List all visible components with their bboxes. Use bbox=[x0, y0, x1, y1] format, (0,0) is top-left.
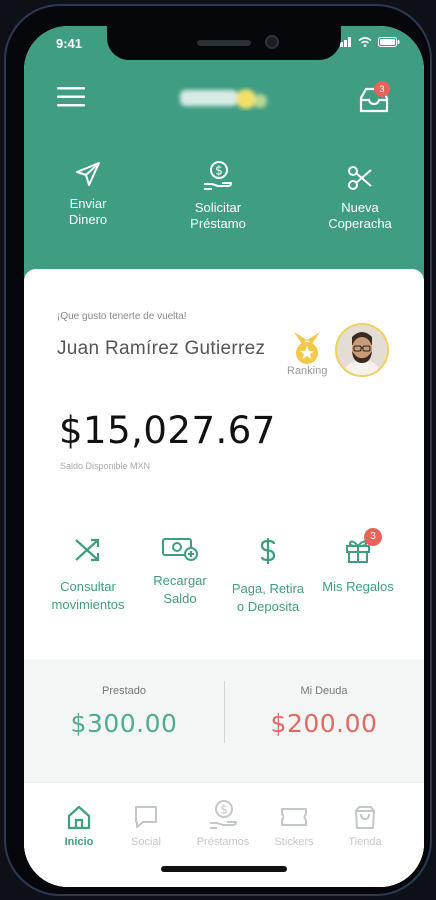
lent-amount-block[interactable]: Prestado $300.00 bbox=[24, 685, 224, 738]
send-money-line2: Dinero bbox=[68, 212, 108, 227]
tab-inicio[interactable]: Inicio bbox=[44, 804, 114, 848]
status-icons bbox=[336, 37, 400, 47]
tab-social-label: Social bbox=[131, 836, 161, 848]
inbox-badge: 3 bbox=[374, 81, 390, 97]
top-up-line1: Recargar bbox=[153, 573, 207, 588]
tab-tienda-label: Tienda bbox=[348, 836, 382, 848]
debt-value: $200.00 bbox=[270, 709, 378, 738]
shuffle-icon bbox=[75, 538, 100, 562]
new-coperacha-button[interactable]: Nueva Coperacha bbox=[300, 164, 420, 232]
view-transactions-line2: movimientos bbox=[51, 597, 125, 612]
user-name: Juan Ramírez Gutierrez bbox=[57, 338, 266, 359]
status-time: 9:41 bbox=[56, 36, 83, 51]
avatar[interactable] bbox=[335, 323, 389, 377]
menu-icon[interactable] bbox=[57, 86, 87, 108]
tab-social[interactable]: Social bbox=[111, 804, 181, 848]
app-logo bbox=[180, 89, 267, 109]
debt-amount-block[interactable]: Mi Deuda $200.00 bbox=[224, 685, 424, 738]
request-loan-line2: Préstamo bbox=[190, 216, 246, 231]
scissors-icon bbox=[348, 166, 372, 190]
cash-add-icon bbox=[162, 538, 198, 561]
loan-icon: $ bbox=[210, 800, 238, 829]
tab-stickers[interactable]: Stickers bbox=[259, 804, 329, 848]
request-loan-line1: Solicitar bbox=[194, 200, 242, 215]
phone-screen: 9:41 3 Enviar Dinero $ Solicitar Préstam… bbox=[24, 26, 424, 887]
dollar-icon bbox=[260, 538, 276, 564]
tab-tienda[interactable]: Tienda bbox=[330, 804, 400, 848]
lent-value: $300.00 bbox=[70, 709, 178, 738]
my-gifts-button[interactable]: Mis Regalos 3 bbox=[308, 528, 408, 596]
gifts-badge: 3 bbox=[364, 528, 382, 546]
inbox-button[interactable]: 3 bbox=[358, 81, 392, 116]
battery-icon bbox=[378, 37, 400, 47]
loan-request-icon: $ bbox=[204, 161, 232, 190]
debt-label: Mi Deuda bbox=[300, 685, 348, 697]
view-transactions-button[interactable]: Consultar movimientos bbox=[38, 536, 138, 614]
balance-amount: $15,027.67 bbox=[59, 409, 276, 452]
home-indicator[interactable] bbox=[161, 866, 287, 872]
top-up-balance-button[interactable]: Recargar Saldo bbox=[130, 536, 230, 608]
ranking-label: Ranking bbox=[287, 365, 328, 377]
view-transactions-line1: Consultar bbox=[60, 579, 116, 594]
new-coperacha-line2: Coperacha bbox=[328, 216, 392, 231]
send-icon bbox=[76, 162, 100, 186]
speaker-grille bbox=[197, 40, 251, 46]
avatar-photo bbox=[337, 325, 387, 375]
lent-label: Prestado bbox=[101, 685, 147, 697]
my-gifts-label: Mis Regalos bbox=[322, 579, 394, 594]
pay-withdraw-deposit-button[interactable]: Paga, Retira o Deposita bbox=[218, 536, 318, 616]
tab-stickers-label: Stickers bbox=[274, 836, 314, 848]
request-loan-button[interactable]: $ Solicitar Préstamo bbox=[158, 160, 278, 232]
svg-text:$: $ bbox=[220, 803, 228, 817]
greeting-text: ¡Que gusto tenerte de vuelta! bbox=[57, 311, 187, 322]
chat-icon bbox=[135, 806, 157, 828]
pay-line2: o Deposita bbox=[236, 599, 300, 614]
pay-line1: Paga, Retira bbox=[231, 581, 305, 596]
shopping-bag-icon bbox=[355, 806, 375, 829]
phone-notch bbox=[107, 26, 341, 60]
svg-text:$: $ bbox=[215, 164, 223, 178]
send-money-button[interactable]: Enviar Dinero bbox=[28, 160, 148, 228]
phone-frame: 9:41 3 Enviar Dinero $ Solicitar Préstam… bbox=[4, 4, 432, 896]
send-money-line1: Enviar bbox=[69, 196, 107, 211]
home-icon bbox=[67, 805, 91, 830]
tab-prestamos-label: Préstamos bbox=[196, 836, 250, 848]
ticket-icon bbox=[281, 808, 307, 826]
tab-inicio-label: Inicio bbox=[64, 836, 94, 848]
wifi-icon bbox=[358, 37, 372, 47]
new-coperacha-line1: Nueva bbox=[341, 200, 379, 215]
top-up-line2: Saldo bbox=[163, 591, 197, 606]
balance-label: Saldo Disponible MXN bbox=[60, 461, 151, 471]
front-camera bbox=[265, 35, 279, 49]
tab-prestamos[interactable]: $ Préstamos bbox=[188, 799, 258, 848]
ranking-medal-icon[interactable] bbox=[290, 330, 324, 366]
